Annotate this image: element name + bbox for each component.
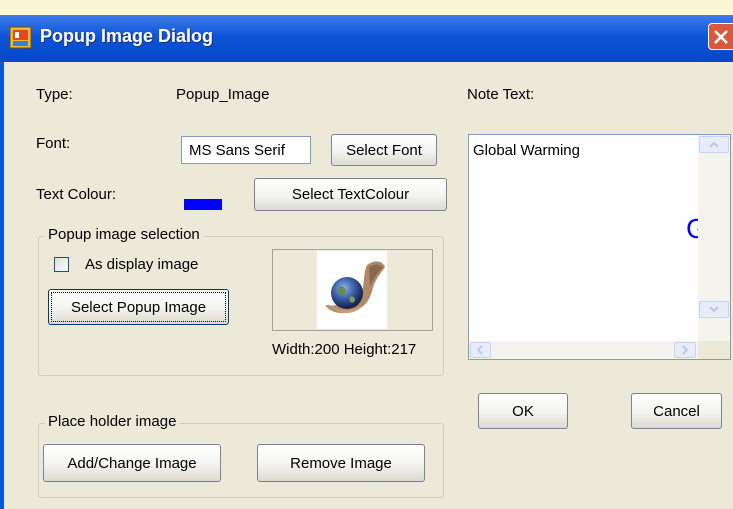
font-field[interactable]: MS Sans Serif <box>181 136 311 164</box>
scroll-up-button[interactable] <box>699 136 729 153</box>
scroll-right-button[interactable] <box>674 342 696 358</box>
as-display-image-checkbox[interactable] <box>54 257 69 272</box>
popup-image-preview <box>272 249 433 331</box>
cancel-label: Cancel <box>653 403 700 420</box>
ok-label: OK <box>512 403 534 420</box>
popup-group-title: Popup image selection <box>45 226 203 243</box>
image-dimensions: Width:200 Height:217 <box>272 341 417 358</box>
select-textcolour-label: Select TextColour <box>291 186 410 203</box>
window-frame <box>0 62 4 509</box>
add-change-image-label: Add/Change Image <box>67 455 197 472</box>
type-value: Popup_Image <box>176 86 270 103</box>
font-field-value: MS Sans Serif <box>189 142 285 159</box>
select-font-button[interactable]: Select Font <box>331 134 437 166</box>
note-text-area[interactable]: Global Warming Glo <box>468 134 731 360</box>
note-text-label: Note Text: <box>467 86 535 103</box>
scroll-down-button[interactable] <box>699 301 729 318</box>
text-colour-label: Text Colour: <box>36 186 117 203</box>
close-icon <box>714 30 728 44</box>
scroll-left-button[interactable] <box>470 342 491 358</box>
chevron-right-icon <box>682 345 689 355</box>
select-popup-image-button[interactable]: Select Popup Image <box>48 289 229 325</box>
chevron-left-icon <box>476 345 483 355</box>
title-bar[interactable]: Popup Image Dialog <box>0 15 733 62</box>
note-text-content: Global Warming <box>473 142 580 159</box>
remove-image-label: Remove Image <box>290 455 392 472</box>
app-icon <box>9 26 33 50</box>
cancel-button[interactable]: Cancel <box>631 393 722 429</box>
remove-image-button[interactable]: Remove Image <box>257 444 425 482</box>
close-button[interactable] <box>708 23 733 50</box>
text-colour-swatch <box>184 199 222 210</box>
ok-button[interactable]: OK <box>478 393 568 429</box>
scrollbar-corner <box>698 341 730 359</box>
globe-in-hand-image <box>317 251 387 329</box>
select-textcolour-button[interactable]: Select TextColour <box>254 178 447 211</box>
add-change-image-button[interactable]: Add/Change Image <box>43 444 221 482</box>
chevron-down-icon <box>709 306 719 313</box>
vertical-scrollbar[interactable] <box>698 135 730 341</box>
font-label: Font: <box>36 135 71 152</box>
chevron-up-icon <box>709 141 719 148</box>
as-display-image-label: As display image <box>85 256 199 273</box>
select-popup-image-label: Select Popup Image <box>70 299 207 316</box>
horizontal-scrollbar[interactable] <box>469 341 698 359</box>
type-label: Type: <box>36 86 73 103</box>
window-title: Popup Image Dialog <box>40 26 214 46</box>
select-font-label: Select Font <box>346 142 422 159</box>
placeholder-group-title: Place holder image <box>45 413 180 430</box>
